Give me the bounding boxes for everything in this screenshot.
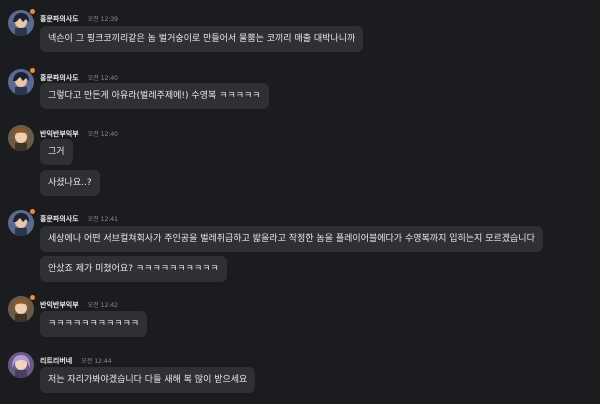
- message-bubble[interactable]: 그렇다고 만든게 아유라(벌레주제에!) 수영복 ㅋㅋㅋㅋㅋ: [40, 83, 269, 109]
- message-bubble[interactable]: 넥슨이 그 핑크코끼리같은 놈 벌거숭이로 만들어서 물뿜는 코끼리 매출 대박…: [40, 26, 364, 52]
- username[interactable]: 홍문파의사도: [40, 215, 79, 223]
- timestamp: 오전 12:41: [87, 216, 118, 223]
- user-avatar[interactable]: [8, 352, 34, 378]
- avatar-dark-hair-character-icon: [8, 210, 34, 236]
- message-bubble[interactable]: 그거: [40, 139, 73, 165]
- username[interactable]: 홍문파의사도: [40, 74, 79, 82]
- avatar-brown-hair-character-icon: [8, 125, 34, 151]
- message-header: 리트리버네 오전 12:44: [40, 352, 112, 365]
- message-header: 홍문파의사도 오전 12:39: [40, 10, 118, 23]
- user-avatar[interactable]: [8, 210, 34, 236]
- avatar-brown-hair-character-icon: [8, 296, 34, 322]
- message-bubble[interactable]: 세상에나 어떤 서브컬쳐회사가 주인공을 벌레취급하고 밟을라고 작정한 놈을 …: [40, 226, 543, 252]
- username[interactable]: 반익반부익부: [40, 301, 79, 309]
- timestamp: 오전 12:44: [81, 358, 112, 365]
- avatar-purple-hair-character-icon: [8, 352, 34, 378]
- status-dot: [30, 209, 35, 214]
- timestamp: 오전 12:40: [87, 75, 118, 82]
- chat-message-list: 홍문파의사도 오전 12:39 넥슨이 그 핑크코끼리같은 놈 벌거숭이로 만들…: [0, 0, 600, 404]
- user-avatar[interactable]: [8, 125, 34, 151]
- username[interactable]: 반익반부익부: [40, 130, 79, 138]
- avatar-dark-hair-character-icon: [8, 69, 34, 95]
- message-bubble[interactable]: ㅋㅋㅋㅋㅋㅋㅋㅋㅋㅋㅋ: [40, 311, 148, 337]
- user-avatar[interactable]: [8, 296, 34, 322]
- timestamp: 오전 12:40: [87, 131, 118, 138]
- timestamp: 오전 12:39: [87, 16, 118, 23]
- message-bubble[interactable]: 안샀죠 제가 미쳤어요? ㅋㅋㅋㅋㅋㅋㅋㅋㅋㅋ: [40, 256, 227, 282]
- user-avatar[interactable]: [8, 10, 34, 36]
- message-header: 홍문파의사도 오전 12:40: [40, 69, 118, 82]
- username[interactable]: 홍문파의사도: [40, 15, 79, 23]
- message-header: 홍문파의사도 오전 12:41: [40, 210, 118, 223]
- username[interactable]: 리트리버네: [40, 357, 72, 365]
- timestamp: 오전 12:42: [87, 302, 118, 309]
- message-header: 반익반부익부 오전 12:42: [40, 296, 118, 309]
- message-bubble[interactable]: 저는 자리가봐야겠습니다 다들 새해 복 많이 받으세요: [40, 367, 256, 393]
- avatar-dark-hair-character-icon: [8, 10, 34, 36]
- status-dot: [30, 68, 35, 73]
- message-bubble[interactable]: 사셨나요..?: [40, 170, 100, 196]
- status-dot: [30, 9, 35, 14]
- user-avatar[interactable]: [8, 69, 34, 95]
- status-dot: [30, 295, 35, 300]
- message-header: 반익반부익부 오전 12:40: [40, 125, 118, 138]
